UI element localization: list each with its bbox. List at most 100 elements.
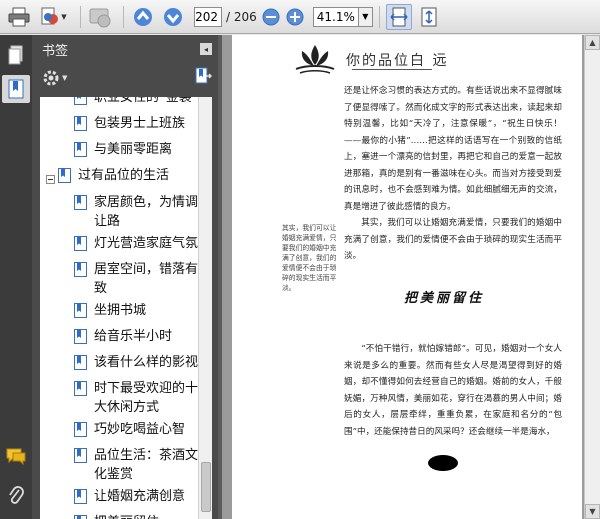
chevron-down-icon: ▼ xyxy=(362,12,369,21)
bookmark-item[interactable]: 坐拥书城 xyxy=(40,301,204,324)
bookmark-icon xyxy=(74,446,90,484)
chevron-up-icon: ▲ xyxy=(589,38,596,47)
fit-page-button[interactable] xyxy=(416,4,442,30)
bookmark-list: 职业女性的“金装” 包装男士上班族 与美丽零距离过有品位的生活家居颜色，为情调让路灯… xyxy=(40,97,204,519)
bookmark-label: 包装男士上班族 xyxy=(94,116,186,131)
bookmark-item[interactable]: 职业女性的“金装” xyxy=(40,97,204,111)
toolbar-divider xyxy=(378,5,380,28)
zoom-dropdown-button[interactable]: ▼ xyxy=(358,6,373,27)
panel-header: 书签 ◂ xyxy=(32,35,218,63)
bookmark-item[interactable]: 灯光营造家庭气氛 xyxy=(40,234,204,257)
bookmark-expand-icon xyxy=(195,67,213,84)
collapse-toggle-icon[interactable] xyxy=(46,166,58,190)
bookmark-label: 时下最受欢迎的十大休闲方式 xyxy=(94,381,199,415)
bookmark-label: 让婚姻充满创意 xyxy=(94,489,186,504)
chevron-down-icon: ▼ xyxy=(61,12,67,21)
bookmark-item[interactable]: 该看什么样的影视 xyxy=(40,353,204,376)
options-menu-button[interactable]: ▼ xyxy=(42,69,67,87)
bookmark-icon xyxy=(74,353,90,376)
page-header: 你的品位白 远 xyxy=(292,43,448,77)
bookmark-label: 灯光营造家庭气氛 xyxy=(94,236,199,251)
scroll-down-button[interactable]: ▼ xyxy=(585,504,600,519)
bookmark-item[interactable]: 巧妙吃喝益心智 xyxy=(40,420,204,443)
fit-width-button[interactable] xyxy=(385,3,412,30)
bookmark-item[interactable]: 把美丽留住 xyxy=(40,513,204,519)
bookmark-tree: 职业女性的“金装” 包装男士上班族 与美丽零距离过有品位的生活家居颜色，为情调让路灯… xyxy=(40,97,212,519)
print-icon xyxy=(8,7,30,26)
bookmark-icon xyxy=(74,513,90,519)
bookmark-label: 品位生活：茶酒文化鉴赏 xyxy=(94,448,199,482)
next-page-icon xyxy=(164,7,182,26)
zoom-level-input[interactable]: 41.1% xyxy=(312,6,359,27)
lotus-logo-icon xyxy=(295,45,335,74)
body-paragraph-block: “不怕干错行，就怕嫁错郎”。可见，婚姻对一个女人来说是多么的重要。然而有些女人尽… xyxy=(344,341,562,440)
bookmark-icon xyxy=(74,140,90,163)
body-paragraph: 其实，我们可以让婚姻充满爱情，只要我们的婚姻中充满了创意，我们的爱情便不会由于琐… xyxy=(344,218,562,261)
page-number-input[interactable]: 202 xyxy=(194,6,222,27)
bookmark-scrollbar-thumb[interactable] xyxy=(201,462,211,512)
collaborate-icon xyxy=(89,8,111,27)
bookmark-icon xyxy=(74,379,90,417)
fit-width-icon xyxy=(390,7,408,26)
comments-button-wrap xyxy=(0,447,32,467)
bookmark-icon xyxy=(74,327,90,350)
bookmark-label: 给音乐半小时 xyxy=(94,329,173,344)
bookmark-label: 坐拥书城 xyxy=(94,303,147,318)
bookmark-item[interactable]: 居室空间，错落有致 xyxy=(40,260,204,298)
bookmark-scrollbar[interactable] xyxy=(198,97,212,519)
paperclip-icon[interactable] xyxy=(7,485,25,507)
bookmark-icon xyxy=(74,234,90,257)
bookmarks-panel: 书签 ◂ ▼ 职业女性的“金装” 包装男士上班族 与美丽零距离过有品位的生活家居颜色… xyxy=(32,35,218,519)
bookmark-label: 该看什么样的影视 xyxy=(94,355,199,370)
bookmark-item[interactable]: 包装男士上班族 xyxy=(40,114,204,137)
toolbar-divider xyxy=(123,5,124,28)
bookmark-label: 把美丽留住 xyxy=(90,513,202,519)
zoom-in-button[interactable] xyxy=(285,4,305,30)
bookmark-label: 与美丽零距离 xyxy=(94,142,173,157)
bookmark-label: 过有品位的生活 xyxy=(78,168,170,183)
bookmark-icon xyxy=(74,420,90,443)
bookmark-item[interactable]: 过有品位的生活 xyxy=(40,166,204,190)
bookmark-item[interactable]: 给音乐半小时 xyxy=(40,327,204,350)
bookmark-icon xyxy=(74,97,90,111)
comments-icon[interactable] xyxy=(5,447,27,467)
bookmark-item[interactable]: 家居颜色，为情调让路 xyxy=(40,193,204,231)
scroll-up-button[interactable]: ▲ xyxy=(585,35,600,50)
pages-panel-button[interactable] xyxy=(2,41,30,69)
bookmark-icon xyxy=(74,301,90,324)
bookmark-icon xyxy=(74,487,90,510)
bookmark-item[interactable]: 与美丽零距离 xyxy=(40,140,204,163)
bookmark-item[interactable]: 让婚姻充满创意 xyxy=(40,487,204,510)
print-button[interactable] xyxy=(6,4,32,30)
bookmark-icon xyxy=(74,260,90,298)
attachments-button-wrap xyxy=(0,485,32,507)
zoom-out-button[interactable] xyxy=(261,4,281,30)
share-button[interactable]: ▼ xyxy=(36,4,70,30)
previous-page-icon xyxy=(134,7,152,26)
previous-page-button[interactable] xyxy=(130,4,156,30)
bookmark-item[interactable]: 品位生活：茶酒文化鉴赏 xyxy=(40,446,204,484)
collaborate-button[interactable] xyxy=(87,4,113,30)
document-page: 你的品位白 远 还是让怀念习惯的表达方式的。有些话说出来不显得腻味了便显得嗦了。… xyxy=(232,35,582,519)
page-total-label: / 206 xyxy=(226,9,257,24)
zoom-in-icon xyxy=(286,8,304,25)
collapse-panel-button[interactable]: ◂ xyxy=(200,43,212,55)
pages-icon xyxy=(8,45,23,65)
gear-icon xyxy=(43,70,59,86)
next-page-button[interactable] xyxy=(160,4,186,30)
bookmark-item[interactable]: 时下最受欢迎的十大休闲方式 xyxy=(40,379,204,417)
bookmark-label: 巧妙吃喝益心智 xyxy=(94,422,186,437)
bookmark-label: 居室空间，错落有致 xyxy=(94,262,199,296)
document-scrollbar[interactable]: ▲ ▼ xyxy=(584,35,600,519)
bookmark-label: 家居颜色，为情调让路 xyxy=(94,195,199,229)
bookmarks-panel-button[interactable] xyxy=(2,75,30,103)
bookmark-label: 职业女性的“金装” xyxy=(94,97,199,105)
panel-title: 书签 xyxy=(42,43,69,59)
zoom-out-icon xyxy=(262,8,280,25)
running-header-title: 你的品位白 远 xyxy=(346,53,449,69)
ink-blot xyxy=(428,455,458,471)
side-note: 其实，我们可以让婚姻充满爱情，只要我们的婚姻中充满了创意，我们的爱情便不会由于琐… xyxy=(282,224,337,292)
panel-toolbar: ▼ xyxy=(32,63,218,93)
expand-bookmark-button[interactable] xyxy=(194,67,213,89)
bookmark-icon xyxy=(74,193,90,231)
